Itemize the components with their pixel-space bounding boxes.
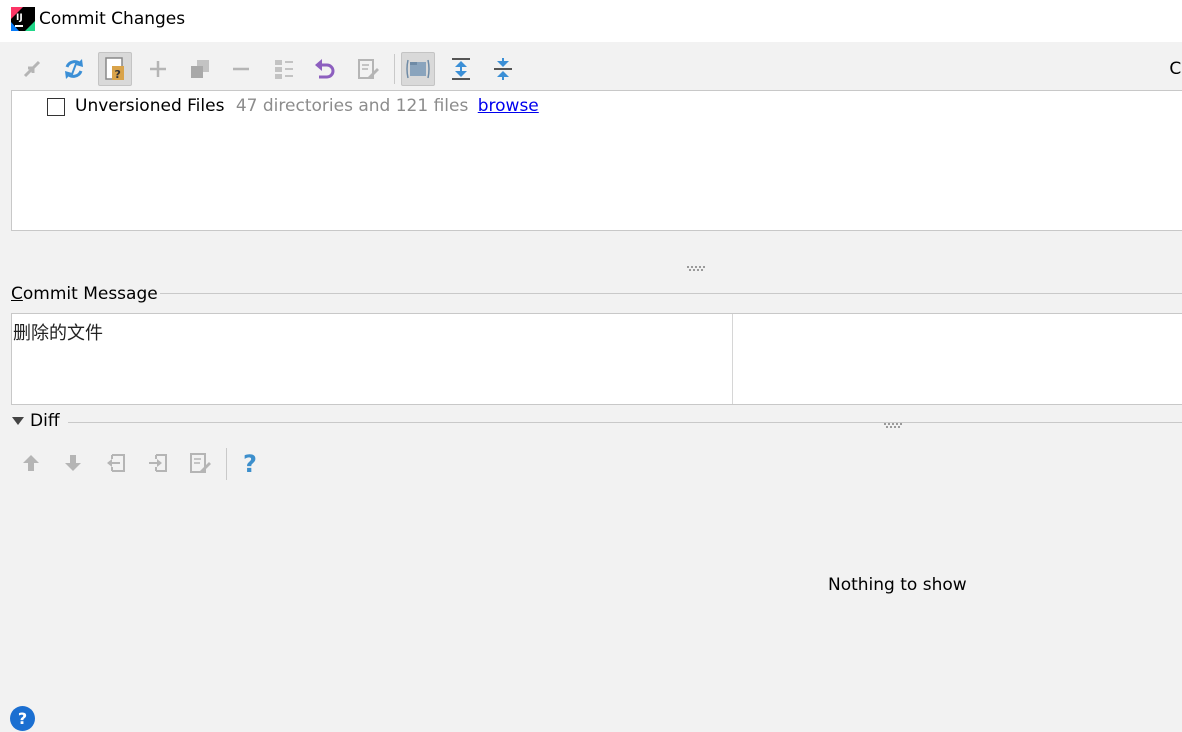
move-changes-icon <box>23 60 41 78</box>
unversioned-files-checkbox[interactable] <box>47 98 65 116</box>
changes-toolbar: ? C <box>0 48 1182 90</box>
title-bar: IJ Commit Changes <box>0 0 1182 42</box>
rollback-icon <box>315 59 335 79</box>
edit-source-button[interactable] <box>351 52 385 86</box>
browse-link[interactable]: browse <box>478 96 539 116</box>
refresh-icon <box>65 59 83 79</box>
diff-collapse-triangle-icon[interactable] <box>11 414 25 428</box>
svg-text:?: ? <box>115 68 121 81</box>
move-changes-button[interactable] <box>15 52 49 86</box>
splitter-grip-icon[interactable] <box>686 265 708 271</box>
svg-text:?: ? <box>243 450 257 476</box>
diff-toolbar-separator <box>226 448 227 480</box>
help-icon: ? <box>243 450 257 476</box>
commit-message-divider <box>160 293 1182 294</box>
window-title: Commit Changes <box>39 9 186 29</box>
unversioned-files-icon: ? <box>105 57 124 81</box>
rollback-button[interactable] <box>308 52 342 86</box>
expand-all-button[interactable] <box>444 52 478 86</box>
show-unversioned-toggle[interactable]: ? <box>98 52 132 86</box>
intellij-logo-icon: IJ <box>11 7 35 31</box>
commit-message-label: Commit Message <box>11 284 158 304</box>
prev-diff-icon <box>23 455 39 471</box>
prev-file-button[interactable] <box>99 446 133 480</box>
help-button[interactable]: ? <box>10 706 35 731</box>
commit-message-right-margin <box>732 314 733 404</box>
show-diff-toggle[interactable] <box>401 52 435 86</box>
commit-message-text[interactable]: 删除的文件 <box>13 319 103 345</box>
copy-button[interactable] <box>183 52 217 86</box>
copy-icon <box>191 60 209 78</box>
remove-button[interactable] <box>224 52 258 86</box>
edit-source-icon <box>190 453 211 473</box>
unversioned-files-count: 47 directories and 121 files <box>235 96 469 116</box>
next-file-icon <box>149 454 167 472</box>
edit-source-icon <box>358 59 379 79</box>
commit-message-editor[interactable]: 删除的文件 <box>11 313 1182 405</box>
diff-splitter-grip-icon[interactable] <box>883 422 905 428</box>
collapse-all-button[interactable] <box>486 52 520 86</box>
next-diff-icon <box>65 455 81 471</box>
diff-help-button[interactable]: ? <box>234 446 268 480</box>
remove-icon <box>233 67 249 71</box>
diff-edit-source-button[interactable] <box>183 446 217 480</box>
add-icon <box>150 61 166 77</box>
prev-file-icon <box>107 454 125 472</box>
refresh-button[interactable] <box>57 52 91 86</box>
group-by-icon <box>275 60 293 79</box>
show-diff-icon <box>406 59 430 79</box>
next-diff-button[interactable] <box>56 446 90 480</box>
group-by-button[interactable] <box>267 52 301 86</box>
prev-diff-button[interactable] <box>14 446 48 480</box>
changes-tree[interactable]: Unversioned Files 47 directories and 121… <box>11 90 1182 231</box>
svg-text:IJ: IJ <box>16 13 23 23</box>
unversioned-files-row: Unversioned Files 47 directories and 121… <box>75 96 539 116</box>
unversioned-files-label: Unversioned Files <box>75 96 225 116</box>
diff-divider <box>68 422 1182 423</box>
collapse-all-icon <box>494 58 512 80</box>
next-file-button[interactable] <box>141 446 175 480</box>
expand-all-icon <box>452 58 470 80</box>
diff-toolbar: ? <box>0 444 300 484</box>
truncated-right-label: Cl <box>1169 59 1182 79</box>
commit-message-label-text: ommit Message <box>22 284 158 304</box>
diff-empty-state: Nothing to show <box>828 575 967 595</box>
add-button[interactable] <box>141 52 175 86</box>
commit-message-mnemonic: C <box>11 284 23 304</box>
diff-label[interactable]: Diff <box>30 411 60 431</box>
toolbar-separator <box>394 54 395 84</box>
